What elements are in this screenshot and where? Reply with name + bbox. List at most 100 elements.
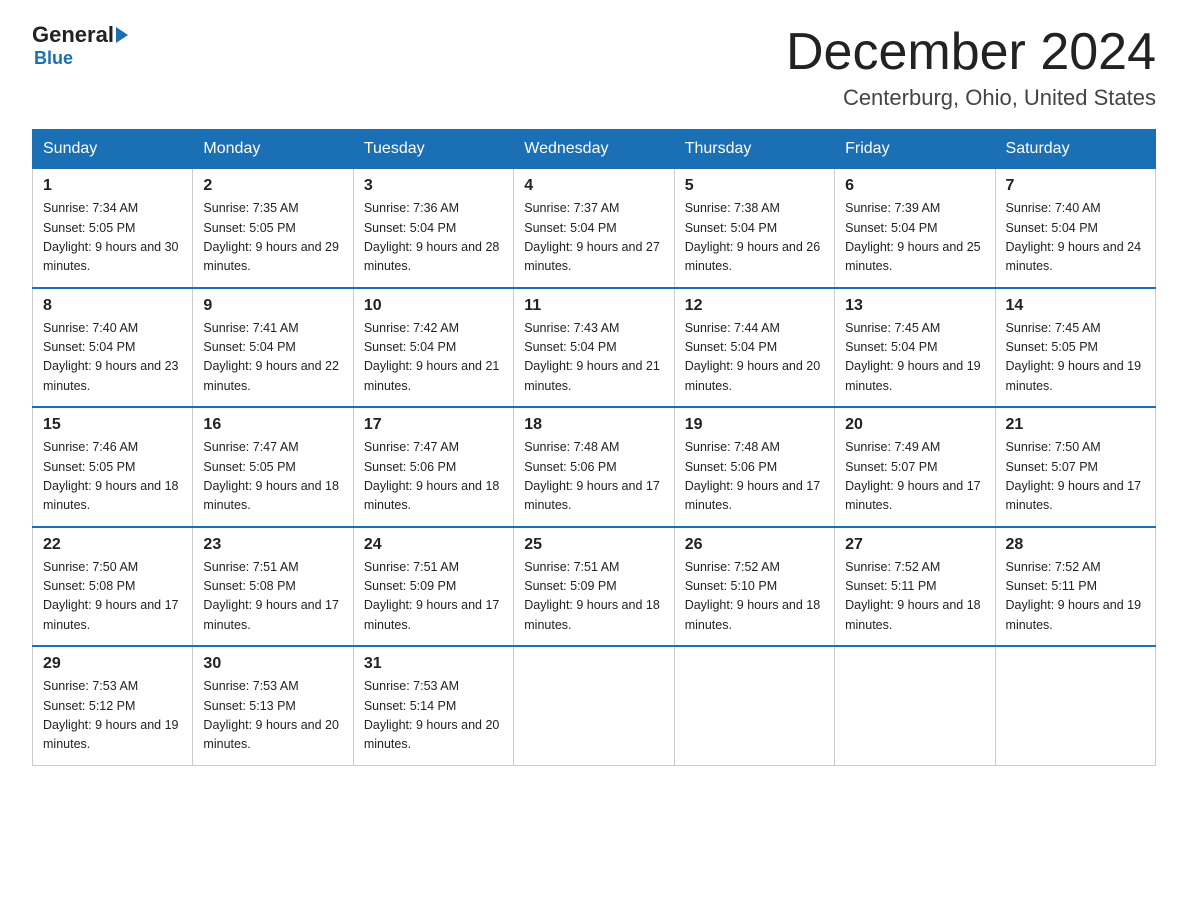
day-number: 23 <box>203 536 342 554</box>
day-number: 22 <box>43 536 182 554</box>
table-row: 25 Sunrise: 7:51 AMSunset: 5:09 PMDaylig… <box>514 527 674 647</box>
day-number: 26 <box>685 536 824 554</box>
table-row: 31 Sunrise: 7:53 AMSunset: 5:14 PMDaylig… <box>353 646 513 765</box>
table-row: 1 Sunrise: 7:34 AMSunset: 5:05 PMDayligh… <box>33 169 193 288</box>
table-row: 18 Sunrise: 7:48 AMSunset: 5:06 PMDaylig… <box>514 407 674 527</box>
day-info: Sunrise: 7:49 AMSunset: 5:07 PMDaylight:… <box>845 440 981 512</box>
table-row: 10 Sunrise: 7:42 AMSunset: 5:04 PMDaylig… <box>353 288 513 408</box>
day-info: Sunrise: 7:39 AMSunset: 5:04 PMDaylight:… <box>845 201 981 273</box>
table-row: 27 Sunrise: 7:52 AMSunset: 5:11 PMDaylig… <box>835 527 995 647</box>
day-info: Sunrise: 7:51 AMSunset: 5:08 PMDaylight:… <box>203 560 339 632</box>
table-row: 4 Sunrise: 7:37 AMSunset: 5:04 PMDayligh… <box>514 169 674 288</box>
table-row: 22 Sunrise: 7:50 AMSunset: 5:08 PMDaylig… <box>33 527 193 647</box>
day-number: 7 <box>1006 177 1145 195</box>
col-sunday: Sunday <box>33 130 193 169</box>
day-number: 10 <box>364 297 503 315</box>
day-info: Sunrise: 7:51 AMSunset: 5:09 PMDaylight:… <box>524 560 660 632</box>
day-info: Sunrise: 7:45 AMSunset: 5:05 PMDaylight:… <box>1006 321 1142 393</box>
calendar-week-row: 1 Sunrise: 7:34 AMSunset: 5:05 PMDayligh… <box>33 169 1156 288</box>
day-number: 15 <box>43 416 182 434</box>
day-info: Sunrise: 7:42 AMSunset: 5:04 PMDaylight:… <box>364 321 500 393</box>
table-row: 29 Sunrise: 7:53 AMSunset: 5:12 PMDaylig… <box>33 646 193 765</box>
day-info: Sunrise: 7:50 AMSunset: 5:07 PMDaylight:… <box>1006 440 1142 512</box>
table-row: 2 Sunrise: 7:35 AMSunset: 5:05 PMDayligh… <box>193 169 353 288</box>
day-number: 6 <box>845 177 984 195</box>
calendar-table: Sunday Monday Tuesday Wednesday Thursday… <box>32 129 1156 766</box>
day-number: 30 <box>203 655 342 673</box>
day-info: Sunrise: 7:44 AMSunset: 5:04 PMDaylight:… <box>685 321 821 393</box>
day-info: Sunrise: 7:52 AMSunset: 5:11 PMDaylight:… <box>1006 560 1142 632</box>
table-row: 8 Sunrise: 7:40 AMSunset: 5:04 PMDayligh… <box>33 288 193 408</box>
table-row: 30 Sunrise: 7:53 AMSunset: 5:13 PMDaylig… <box>193 646 353 765</box>
table-row: 26 Sunrise: 7:52 AMSunset: 5:10 PMDaylig… <box>674 527 834 647</box>
day-number: 4 <box>524 177 663 195</box>
location-title: Centerburg, Ohio, United States <box>786 85 1156 111</box>
day-number: 21 <box>1006 416 1145 434</box>
day-info: Sunrise: 7:53 AMSunset: 5:14 PMDaylight:… <box>364 679 500 751</box>
logo: General Blue <box>32 24 128 69</box>
day-number: 14 <box>1006 297 1145 315</box>
day-number: 11 <box>524 297 663 315</box>
day-number: 16 <box>203 416 342 434</box>
page-header: General Blue December 2024 Centerburg, O… <box>32 24 1156 111</box>
day-info: Sunrise: 7:38 AMSunset: 5:04 PMDaylight:… <box>685 201 821 273</box>
day-number: 27 <box>845 536 984 554</box>
day-info: Sunrise: 7:45 AMSunset: 5:04 PMDaylight:… <box>845 321 981 393</box>
table-row: 14 Sunrise: 7:45 AMSunset: 5:05 PMDaylig… <box>995 288 1155 408</box>
table-row: 6 Sunrise: 7:39 AMSunset: 5:04 PMDayligh… <box>835 169 995 288</box>
day-number: 25 <box>524 536 663 554</box>
title-block: December 2024 Centerburg, Ohio, United S… <box>786 24 1156 111</box>
table-row: 24 Sunrise: 7:51 AMSunset: 5:09 PMDaylig… <box>353 527 513 647</box>
day-info: Sunrise: 7:52 AMSunset: 5:11 PMDaylight:… <box>845 560 981 632</box>
logo-general-text: General <box>32 24 114 46</box>
month-title: December 2024 <box>786 24 1156 81</box>
day-info: Sunrise: 7:35 AMSunset: 5:05 PMDaylight:… <box>203 201 339 273</box>
day-info: Sunrise: 7:37 AMSunset: 5:04 PMDaylight:… <box>524 201 660 273</box>
table-row <box>995 646 1155 765</box>
calendar-week-row: 8 Sunrise: 7:40 AMSunset: 5:04 PMDayligh… <box>33 288 1156 408</box>
day-number: 29 <box>43 655 182 673</box>
day-info: Sunrise: 7:34 AMSunset: 5:05 PMDaylight:… <box>43 201 179 273</box>
table-row: 17 Sunrise: 7:47 AMSunset: 5:06 PMDaylig… <box>353 407 513 527</box>
day-info: Sunrise: 7:48 AMSunset: 5:06 PMDaylight:… <box>685 440 821 512</box>
col-tuesday: Tuesday <box>353 130 513 169</box>
calendar-week-row: 22 Sunrise: 7:50 AMSunset: 5:08 PMDaylig… <box>33 527 1156 647</box>
day-number: 17 <box>364 416 503 434</box>
day-number: 1 <box>43 177 182 195</box>
table-row: 28 Sunrise: 7:52 AMSunset: 5:11 PMDaylig… <box>995 527 1155 647</box>
day-number: 2 <box>203 177 342 195</box>
table-row: 9 Sunrise: 7:41 AMSunset: 5:04 PMDayligh… <box>193 288 353 408</box>
table-row: 5 Sunrise: 7:38 AMSunset: 5:04 PMDayligh… <box>674 169 834 288</box>
table-row: 15 Sunrise: 7:46 AMSunset: 5:05 PMDaylig… <box>33 407 193 527</box>
day-info: Sunrise: 7:40 AMSunset: 5:04 PMDaylight:… <box>43 321 179 393</box>
day-info: Sunrise: 7:48 AMSunset: 5:06 PMDaylight:… <box>524 440 660 512</box>
day-info: Sunrise: 7:36 AMSunset: 5:04 PMDaylight:… <box>364 201 500 273</box>
day-number: 18 <box>524 416 663 434</box>
table-row: 21 Sunrise: 7:50 AMSunset: 5:07 PMDaylig… <box>995 407 1155 527</box>
day-number: 5 <box>685 177 824 195</box>
day-info: Sunrise: 7:47 AMSunset: 5:06 PMDaylight:… <box>364 440 500 512</box>
day-number: 20 <box>845 416 984 434</box>
day-info: Sunrise: 7:46 AMSunset: 5:05 PMDaylight:… <box>43 440 179 512</box>
col-wednesday: Wednesday <box>514 130 674 169</box>
table-row: 11 Sunrise: 7:43 AMSunset: 5:04 PMDaylig… <box>514 288 674 408</box>
col-monday: Monday <box>193 130 353 169</box>
table-row: 13 Sunrise: 7:45 AMSunset: 5:04 PMDaylig… <box>835 288 995 408</box>
day-info: Sunrise: 7:53 AMSunset: 5:12 PMDaylight:… <box>43 679 179 751</box>
table-row: 3 Sunrise: 7:36 AMSunset: 5:04 PMDayligh… <box>353 169 513 288</box>
table-row <box>835 646 995 765</box>
day-number: 13 <box>845 297 984 315</box>
day-number: 12 <box>685 297 824 315</box>
day-number: 3 <box>364 177 503 195</box>
day-number: 24 <box>364 536 503 554</box>
day-info: Sunrise: 7:43 AMSunset: 5:04 PMDaylight:… <box>524 321 660 393</box>
col-friday: Friday <box>835 130 995 169</box>
col-saturday: Saturday <box>995 130 1155 169</box>
day-info: Sunrise: 7:52 AMSunset: 5:10 PMDaylight:… <box>685 560 821 632</box>
day-info: Sunrise: 7:53 AMSunset: 5:13 PMDaylight:… <box>203 679 339 751</box>
table-row: 23 Sunrise: 7:51 AMSunset: 5:08 PMDaylig… <box>193 527 353 647</box>
day-number: 31 <box>364 655 503 673</box>
day-number: 9 <box>203 297 342 315</box>
day-info: Sunrise: 7:40 AMSunset: 5:04 PMDaylight:… <box>1006 201 1142 273</box>
calendar-week-row: 29 Sunrise: 7:53 AMSunset: 5:12 PMDaylig… <box>33 646 1156 765</box>
